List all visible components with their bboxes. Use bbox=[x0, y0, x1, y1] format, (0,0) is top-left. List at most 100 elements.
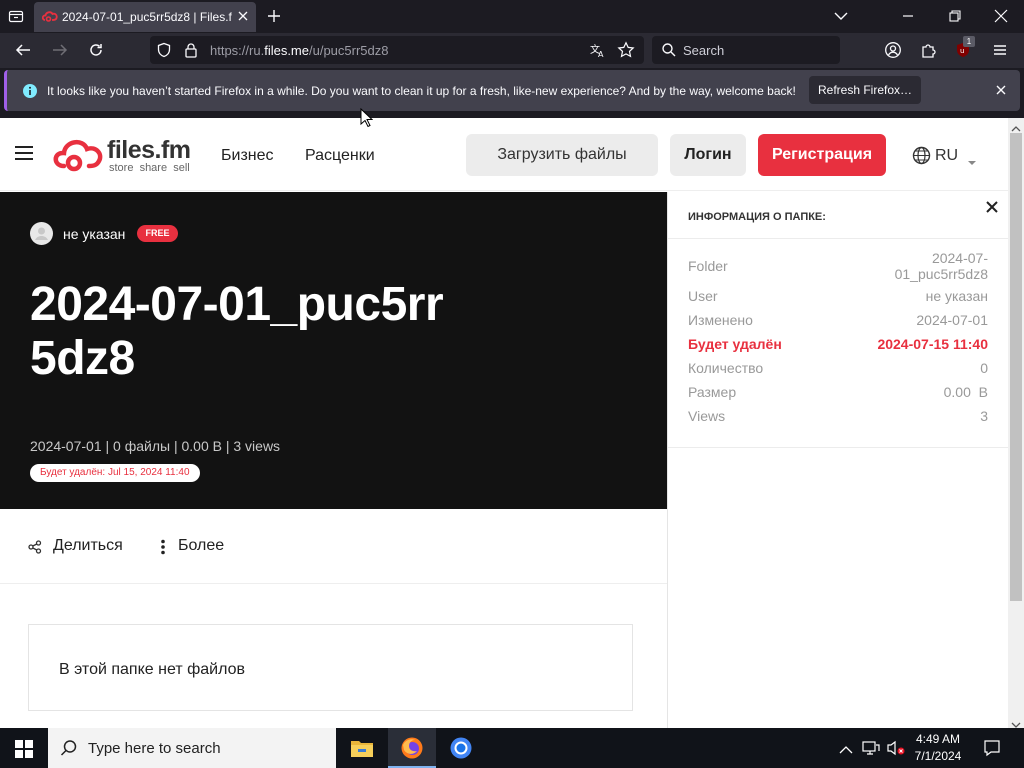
close-icon[interactable] bbox=[985, 200, 999, 219]
divider bbox=[668, 447, 1008, 448]
info-row-user: User не указан bbox=[688, 288, 988, 306]
web-page: files.fm store share sell Бизнес Расценк… bbox=[0, 118, 1008, 728]
url-text[interactable]: https://ru.files.me/u/puc5rr5dz8 bbox=[210, 43, 389, 58]
empty-folder-message: В этой папке нет файлов bbox=[59, 661, 245, 678]
delete-date-badge: Будет удалён: Jul 15, 2024 11:40 bbox=[30, 464, 200, 482]
mouse-cursor-icon bbox=[360, 107, 374, 133]
volume-muted-icon[interactable] bbox=[886, 740, 906, 761]
globe-icon bbox=[912, 146, 931, 170]
folder-owner[interactable]: не указан bbox=[63, 226, 125, 242]
info-label: Количество bbox=[688, 360, 764, 376]
restore-icon[interactable] bbox=[947, 9, 963, 28]
tab-title: 2024-07-01_puc5rr5dz8 | Files.fm bbox=[62, 10, 232, 24]
firefox-taskbar-button[interactable] bbox=[388, 728, 436, 768]
address-bar[interactable]: https://ru.files.me/u/puc5rr5dz8 文A bbox=[150, 36, 644, 64]
reload-icon[interactable] bbox=[87, 41, 105, 64]
notifications-icon[interactable] bbox=[983, 739, 1001, 762]
login-button[interactable]: Логин bbox=[670, 134, 746, 176]
avatar bbox=[30, 222, 53, 245]
new-tab-icon[interactable] bbox=[266, 8, 282, 29]
more-vertical-icon bbox=[158, 539, 168, 560]
tab-active[interactable]: 2024-07-01_puc5rr5dz8 | Files.fm bbox=[34, 2, 256, 32]
url-path: /u/puc5rr5dz8 bbox=[309, 43, 389, 58]
info-row-size: Размер 0.00 B bbox=[688, 384, 988, 402]
folder-hero: не указан FREE 2024-07-01_puc5rr5dz8 202… bbox=[0, 192, 667, 509]
taskbar-search-box[interactable]: Type here to search bbox=[48, 728, 336, 768]
clock-date: 7/1/2024 bbox=[914, 749, 962, 763]
info-label: Размер bbox=[688, 384, 737, 400]
file-explorer-icon[interactable] bbox=[350, 737, 374, 764]
refresh-firefox-button[interactable]: Refresh Firefox… bbox=[809, 76, 921, 104]
chrome-icon[interactable] bbox=[449, 736, 473, 765]
firefox-icon bbox=[400, 736, 424, 765]
info-value: 2024-07-15 11:40 bbox=[877, 336, 988, 352]
extension-badge: 1 bbox=[963, 36, 975, 47]
bookmark-star-icon[interactable] bbox=[617, 41, 635, 64]
caret-down-icon bbox=[967, 153, 977, 171]
svg-text:A: A bbox=[598, 50, 604, 58]
notification-bar: It looks like you haven’t started Firefo… bbox=[4, 70, 1020, 111]
account-icon[interactable] bbox=[884, 41, 902, 64]
info-row-changed: Изменено 2024-07-01 bbox=[688, 312, 988, 330]
info-panel-header: ИНФОРМАЦИЯ О ПАПКЕ: bbox=[668, 192, 1008, 239]
back-arrow-icon[interactable] bbox=[14, 42, 32, 63]
folder-meta: 2024-07-01 | 0 файлы | 0.00 B | 3 views bbox=[30, 438, 281, 454]
info-icon bbox=[22, 83, 38, 104]
info-value: 3 bbox=[980, 408, 988, 424]
hamburger-menu-icon[interactable] bbox=[991, 41, 1009, 64]
info-panel-heading: ИНФОРМАЦИЯ О ПАПКЕ: bbox=[688, 211, 826, 223]
upload-files-button[interactable]: Загрузить файлы bbox=[466, 134, 658, 176]
hamburger-menu-icon[interactable] bbox=[14, 144, 34, 167]
close-window-icon[interactable] bbox=[993, 9, 1009, 28]
search-box[interactable]: Search bbox=[652, 36, 840, 64]
info-label: User bbox=[688, 288, 718, 304]
translate-icon[interactable]: 文A bbox=[590, 42, 606, 63]
close-tab-icon[interactable] bbox=[236, 9, 250, 26]
scrollbar-thumb[interactable] bbox=[1010, 133, 1022, 601]
notification-message: It looks like you haven’t started Firefo… bbox=[47, 84, 796, 98]
url-domain: files.me bbox=[264, 43, 309, 58]
svg-text:u: u bbox=[960, 47, 964, 55]
folder-title: 2024-07-01_puc5rr5dz8 bbox=[30, 278, 444, 385]
minimize-icon[interactable] bbox=[900, 9, 916, 28]
nav-business[interactable]: Бизнес bbox=[221, 147, 274, 165]
share-button[interactable]: Делиться bbox=[28, 535, 128, 559]
info-value-line2: 01_puc5rr5dz8 bbox=[894, 266, 988, 282]
nav-pricing[interactable]: Расценки bbox=[305, 147, 375, 165]
register-button[interactable]: Регистрация bbox=[758, 134, 886, 176]
more-button[interactable]: Более bbox=[158, 535, 238, 559]
share-label: Делиться bbox=[53, 537, 123, 554]
forward-arrow-icon[interactable] bbox=[51, 42, 69, 63]
tray-chevron-up-icon[interactable] bbox=[839, 742, 853, 760]
info-value: 0.00 B bbox=[943, 384, 988, 400]
info-row-views: Views 3 bbox=[688, 408, 988, 426]
language-selector[interactable]: RU bbox=[912, 145, 982, 167]
files-fm-logo[interactable] bbox=[52, 136, 104, 179]
site-header: files.fm store share sell Бизнес Расценк… bbox=[0, 118, 1008, 191]
chevron-down-icon[interactable] bbox=[833, 9, 849, 28]
info-value: 0 bbox=[980, 360, 988, 376]
files-fm-favicon-icon bbox=[41, 11, 58, 26]
taskbar-clock[interactable]: 4:49 AM 7/1/2024 bbox=[908, 731, 968, 765]
info-row-count: Количество 0 bbox=[688, 360, 988, 378]
more-label: Более bbox=[178, 537, 225, 554]
tab-bar: 2024-07-01_puc5rr5dz8 | Files.fm bbox=[0, 0, 1024, 33]
lock-icon[interactable] bbox=[184, 42, 198, 63]
plan-badge: FREE bbox=[137, 225, 178, 242]
info-value[interactable]: не указан bbox=[926, 288, 988, 304]
windows-taskbar: Type here to search 4:49 AM 7/1/2024 bbox=[0, 728, 1024, 768]
extensions-puzzle-icon[interactable] bbox=[920, 41, 938, 64]
clock-time: 4:49 AM bbox=[915, 732, 961, 746]
info-row-folder: Folder 2024-07- 01_puc5rr5dz8 bbox=[688, 250, 988, 284]
list-all-tabs-icon[interactable] bbox=[8, 8, 24, 24]
taskbar-search-placeholder: Type here to search bbox=[88, 740, 221, 757]
search-placeholder: Search bbox=[683, 43, 725, 58]
language-code: RU bbox=[935, 147, 959, 164]
network-icon[interactable] bbox=[862, 740, 880, 761]
windows-start-icon[interactable] bbox=[15, 740, 33, 763]
tracking-shield-icon[interactable] bbox=[156, 42, 172, 63]
info-label: Folder bbox=[688, 258, 728, 274]
info-value-line1: 2024-07- bbox=[931, 250, 988, 266]
close-notification-icon[interactable] bbox=[994, 83, 1008, 102]
logo-name: files.fm bbox=[107, 136, 191, 164]
